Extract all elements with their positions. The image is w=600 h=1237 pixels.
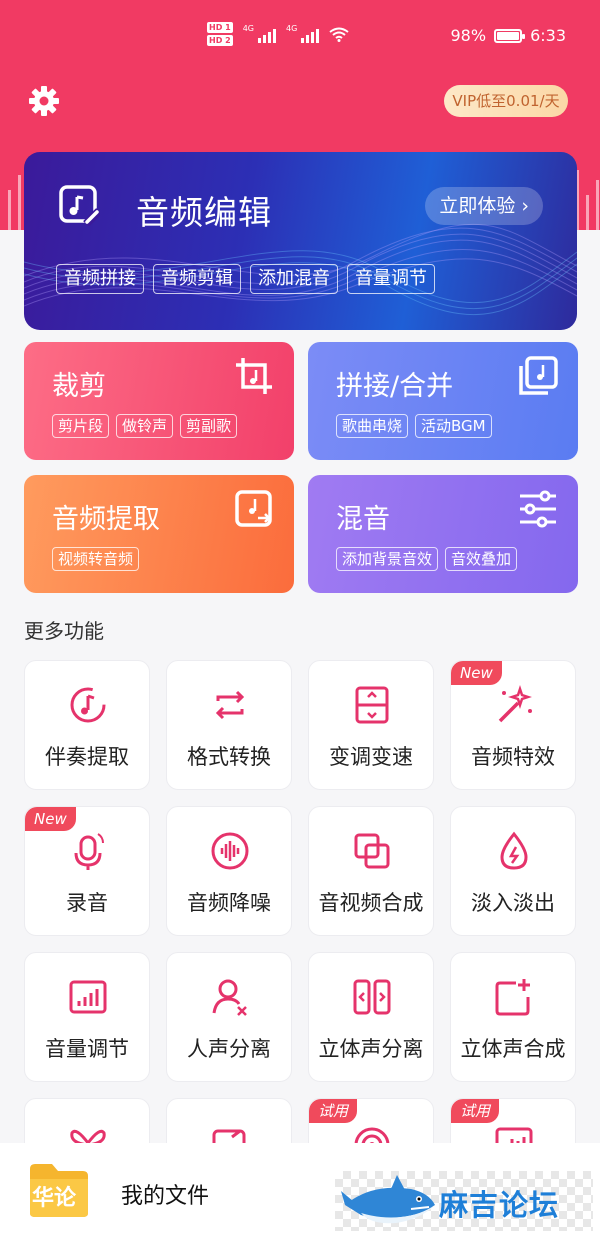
pitch-speed-icon bbox=[355, 686, 389, 724]
tool-tile[interactable]: 伴奏提取 bbox=[24, 660, 150, 790]
tool-label: 伴奏提取 bbox=[45, 745, 129, 769]
extract-title: 音频提取 bbox=[52, 504, 160, 535]
tool-label: 录音 bbox=[66, 891, 108, 915]
tool-label: 音频降噪 bbox=[187, 891, 271, 915]
signal-icon bbox=[257, 25, 276, 43]
feature-tag[interactable]: 活动BGM bbox=[415, 414, 492, 438]
merge-music-icon bbox=[519, 356, 558, 395]
crop-music-icon bbox=[236, 358, 272, 394]
shark-logo-icon bbox=[341, 1175, 435, 1224]
tool-tile[interactable]: 立体声合成 bbox=[450, 952, 576, 1082]
compose-icon bbox=[354, 833, 390, 869]
hd2-indicator: HD 2 bbox=[207, 35, 233, 46]
bottom-bar: 华论 我的文件 麻吉论坛 bbox=[0, 1143, 600, 1237]
card-title: 音频编辑 bbox=[136, 193, 272, 232]
app-screen: HD 1 HD 2 4G 4G 98% 6:33 VIP低至0.01/天 音频编… bbox=[0, 0, 600, 1237]
tool-tile[interactable]: 立体声分离 bbox=[308, 952, 434, 1082]
tool-label: 音频特效 bbox=[471, 745, 555, 769]
voice-separate-icon bbox=[212, 979, 247, 1016]
stereo-split-icon bbox=[353, 979, 391, 1015]
join-tags: 歌曲串烧 活动BGM bbox=[336, 414, 492, 438]
volume-bars-icon bbox=[69, 980, 107, 1014]
tool-tile[interactable]: 音频特效 New bbox=[450, 660, 576, 790]
tool-tile[interactable]: 淡入淡出 bbox=[450, 806, 576, 936]
hd1-indicator: HD 1 bbox=[207, 22, 233, 33]
tile-badge: New bbox=[25, 807, 76, 831]
mix-title: 混音 bbox=[336, 504, 390, 535]
tool-tile[interactable]: 音视频合成 bbox=[308, 806, 434, 936]
tool-label: 变调变速 bbox=[329, 745, 413, 769]
feature-tag[interactable]: 视频转音频 bbox=[52, 547, 140, 571]
tool-tile[interactable]: 变调变速 bbox=[308, 660, 434, 790]
sliders-icon bbox=[520, 490, 556, 528]
tool-label: 人声分离 bbox=[187, 1037, 271, 1061]
extract-audio-icon bbox=[235, 490, 272, 527]
convert-icon bbox=[215, 690, 245, 720]
mix-card[interactable]: 混音 添加背景音效 音效叠加 bbox=[308, 475, 578, 593]
try-now-label: 立即体验 bbox=[439, 195, 516, 217]
accompaniment-icon bbox=[70, 687, 106, 723]
mix-tags: 添加背景音效 音效叠加 bbox=[336, 547, 518, 571]
tool-tile[interactable]: 人声分离 bbox=[166, 952, 292, 1082]
battery-icon bbox=[494, 28, 526, 43]
join-card[interactable]: 拼接/合并 歌曲串烧 活动BGM bbox=[308, 342, 578, 460]
watermark-text: 麻吉论坛 bbox=[439, 1188, 560, 1222]
tool-label: 立体声合成 bbox=[460, 1037, 566, 1061]
watermark: 麻吉论坛 bbox=[335, 1171, 593, 1231]
hero-tag[interactable]: 音频拼接 bbox=[56, 264, 144, 294]
wifi-icon bbox=[329, 27, 349, 42]
music-edit-icon bbox=[59, 185, 100, 226]
extract-tags: 视频转音频 bbox=[52, 547, 140, 571]
status-bar: HD 1 HD 2 4G 4G 98% 6:33 bbox=[0, 20, 600, 54]
microphone-icon bbox=[74, 833, 104, 870]
network-type-2: 4G bbox=[285, 23, 298, 33]
tool-tile[interactable]: 音频降噪 bbox=[166, 806, 292, 936]
tool-tile[interactable]: 音量调节 bbox=[24, 952, 150, 1082]
cut-tags: 剪片段 做铃声 剪副歌 bbox=[52, 414, 238, 438]
stereo-merge-icon bbox=[495, 979, 530, 1016]
gear-icon[interactable] bbox=[28, 85, 60, 117]
audio-edit-card[interactable]: 音频编辑 立即体验 › 音频拼接 音频剪辑 添加混音 音量调节 bbox=[24, 152, 577, 330]
feature-tag[interactable]: 音效叠加 bbox=[445, 547, 518, 571]
magic-wand-icon bbox=[498, 685, 532, 723]
more-features-title: 更多功能 bbox=[24, 619, 104, 643]
extract-card[interactable]: 音频提取 视频转音频 bbox=[24, 475, 294, 593]
cut-title: 裁剪 bbox=[52, 371, 106, 402]
tool-tile[interactable]: 录音 New bbox=[24, 806, 150, 936]
feature-tag[interactable]: 歌曲串烧 bbox=[336, 414, 409, 438]
feature-tag[interactable]: 做铃声 bbox=[116, 414, 174, 438]
tile-badge: 试用 bbox=[451, 1099, 500, 1123]
feature-tag[interactable]: 添加背景音效 bbox=[336, 547, 439, 571]
tool-label: 格式转换 bbox=[187, 745, 271, 769]
noise-reduction-icon bbox=[211, 832, 249, 870]
folder-icon[interactable]: 华论 bbox=[28, 1161, 90, 1219]
tile-badge: 试用 bbox=[309, 1099, 358, 1123]
svg-text:华论: 华论 bbox=[32, 1185, 77, 1211]
join-title: 拼接/合并 bbox=[336, 371, 454, 402]
tool-label: 立体声分离 bbox=[318, 1037, 424, 1061]
network-type-1: 4G bbox=[242, 23, 254, 33]
tool-label: 音量调节 bbox=[45, 1037, 129, 1061]
battery-percent: 98% bbox=[450, 26, 487, 45]
tool-tile[interactable]: 格式转换 bbox=[166, 660, 292, 790]
hero-tag[interactable]: 音频剪辑 bbox=[153, 264, 241, 294]
clock: 6:33 bbox=[530, 26, 566, 45]
try-now-button[interactable]: 立即体验 › bbox=[425, 187, 543, 225]
signal-icon-2 bbox=[301, 25, 320, 43]
tile-badge: New bbox=[451, 661, 502, 685]
tool-label: 淡入淡出 bbox=[471, 891, 555, 915]
tool-label: 音视频合成 bbox=[318, 891, 424, 915]
my-files-label[interactable]: 我的文件 bbox=[121, 1178, 209, 1210]
hero-tag[interactable]: 添加混音 bbox=[250, 264, 338, 294]
chevron-right-icon: › bbox=[521, 195, 529, 217]
hero-tag[interactable]: 音量调节 bbox=[347, 264, 435, 294]
feature-tag[interactable]: 剪副歌 bbox=[180, 414, 238, 438]
feature-tag[interactable]: 剪片段 bbox=[52, 414, 110, 438]
hero-tags: 音频拼接 音频剪辑 添加混音 音量调节 bbox=[56, 264, 435, 294]
cut-card[interactable]: 裁剪 剪片段 做铃声 剪副歌 bbox=[24, 342, 294, 460]
vip-button[interactable]: VIP低至0.01/天 bbox=[444, 85, 568, 117]
fade-icon bbox=[500, 831, 528, 870]
